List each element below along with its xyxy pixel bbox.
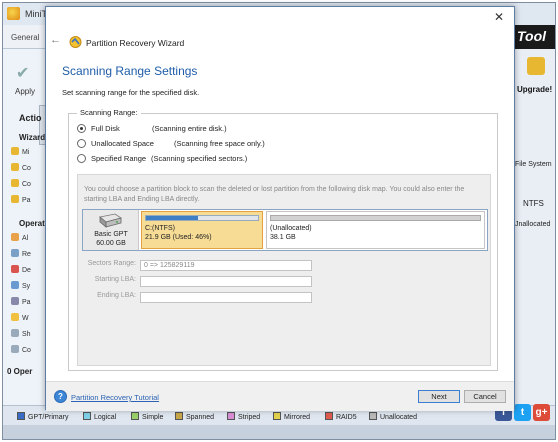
legend-item: Mirrored <box>273 412 310 421</box>
help-icon[interactable]: ? <box>54 390 67 403</box>
apply-check-icon: ✔ <box>16 65 30 82</box>
twitter-icon[interactable]: t <box>514 404 531 421</box>
legend-item: Logical <box>83 412 116 421</box>
sectors-range-label: Sectors Range: <box>87 260 136 267</box>
operation-item-icon <box>11 313 19 321</box>
wizard-item[interactable]: Co <box>11 179 31 188</box>
upgrade-link[interactable]: Upgrade! <box>517 85 552 94</box>
operation-item[interactable]: W <box>11 313 29 322</box>
operations-heading: Operat <box>19 219 45 228</box>
partition-detail: 21.9 GB (Used: 46%) <box>145 234 212 241</box>
disk-map: Basic GPT 60.00 GB C:(NTFS) 21.9 GB (Use… <box>82 209 488 251</box>
operation-item[interactable]: Pa <box>11 297 31 306</box>
operation-item-icon <box>11 297 19 305</box>
tab-general[interactable]: General <box>11 33 39 42</box>
dialog-footer: ? Partition Recovery Tutorial Next Cance… <box>46 381 514 411</box>
partition-name: (Unallocated) <box>270 225 312 232</box>
file-system-value: NTFS <box>523 199 544 208</box>
scanning-range-label: Scanning Range: <box>77 108 141 117</box>
wizard-item[interactable]: Mi <box>11 147 29 156</box>
tutorial-link[interactable]: Partition Recovery Tutorial <box>71 393 159 402</box>
partition-usage-bar <box>270 215 481 221</box>
legend-item: Simple <box>131 412 163 421</box>
operation-item[interactable]: Co <box>11 345 31 354</box>
close-icon[interactable]: ✕ <box>492 10 506 24</box>
partition-block-c[interactable]: C:(NTFS) 21.9 GB (Used: 46%) <box>141 211 263 249</box>
disk-name: Basic GPT <box>94 231 128 238</box>
radio-button[interactable] <box>77 124 86 133</box>
operation-item[interactable]: Sh <box>11 329 31 338</box>
operation-item-icon <box>11 281 19 289</box>
partition-detail: 38.1 GB <box>270 234 296 241</box>
recovery-wizard-icon <box>69 36 82 48</box>
sectors-range-field <box>140 260 312 271</box>
upgrade-cart-icon[interactable] <box>527 57 545 75</box>
starting-lba-label: Starting LBA: <box>94 276 136 283</box>
pending-operations-count: 0 Oper <box>7 367 33 376</box>
wizard-item-icon <box>11 195 19 203</box>
operation-item-icon <box>11 265 19 273</box>
partition-recovery-dialog: ✕ ← Partition Recovery Wizard Scanning R… <box>45 6 515 411</box>
ending-lba-input[interactable] <box>140 292 312 303</box>
specified-range-panel: You could choose a partition block to sc… <box>77 174 491 366</box>
radio-button[interactable] <box>77 154 86 163</box>
operation-item[interactable]: Re <box>11 249 31 258</box>
next-button[interactable]: Next <box>418 390 460 403</box>
operation-item-icon <box>11 329 19 337</box>
radio-description: (Scanning entire disk.) <box>152 124 227 133</box>
scanning-range-group: Scanning Range: Full Disk (Scanning enti… <box>68 108 498 371</box>
partition-usage-bar <box>145 215 259 221</box>
wizard-item-icon <box>11 147 19 155</box>
background-right-panel: Upgrade! File System NTFS Jnallocated <box>513 49 555 409</box>
hard-disk-icon <box>99 213 122 228</box>
page-title: Scanning Range Settings <box>62 64 198 78</box>
radio-label[interactable]: Full Disk <box>91 124 120 133</box>
operation-item-icon <box>11 249 19 257</box>
action-heading: Actio <box>19 113 42 123</box>
operation-item-icon <box>11 345 19 353</box>
disk-size: 60.00 GB <box>96 240 126 247</box>
app-logo-icon <box>7 7 20 20</box>
disk-info[interactable]: Basic GPT 60.00 GB <box>83 210 139 250</box>
file-system-column-header[interactable]: File System <box>515 161 552 168</box>
back-arrow-icon[interactable]: ← <box>50 34 61 46</box>
cancel-button[interactable]: Cancel <box>464 390 506 403</box>
disk-map-hint: You could choose a partition block to sc… <box>84 186 465 203</box>
radio-button[interactable] <box>77 139 86 148</box>
ending-lba-label: Ending LBA: <box>97 292 136 299</box>
wizard-item-icon <box>11 179 19 187</box>
legend-item: Spanned <box>175 412 214 421</box>
radio-description: (Scanning specified sectors.) <box>151 154 248 163</box>
legend-item: Unallocated <box>369 412 417 421</box>
partition-block-unallocated[interactable]: (Unallocated) 38.1 GB <box>266 211 485 249</box>
radio-label[interactable]: Specified Range <box>91 154 146 163</box>
background-left-panel: ✔ Apply Actio Wizard Mi Co Co Pa Operat … <box>3 49 47 409</box>
partition-name: C:(NTFS) <box>145 225 175 232</box>
background-app-title: MiniT <box>25 9 47 19</box>
wizard-heading: Wizard <box>19 133 46 142</box>
wizard-title: Partition Recovery Wizard <box>86 38 185 48</box>
starting-lba-input[interactable] <box>140 276 312 287</box>
operation-item[interactable]: Sy <box>11 281 30 290</box>
unallocated-value: Jnallocated <box>515 221 551 228</box>
partition-usage-fill <box>146 216 198 220</box>
operation-item-icon <box>11 233 19 241</box>
google-plus-icon[interactable]: g+ <box>533 404 550 421</box>
legend-item: GPT/Primary <box>17 412 68 421</box>
radio-label[interactable]: Unallocated Space <box>91 139 154 148</box>
operation-item[interactable]: De <box>11 265 31 274</box>
radio-description: (Scanning free space only.) <box>174 139 265 148</box>
wizard-item[interactable]: Co <box>11 163 31 172</box>
legend-item: RAID5 <box>325 412 357 421</box>
legend-item: Striped <box>227 412 260 421</box>
background-statusbar <box>3 425 555 439</box>
wizard-item-icon <box>11 163 19 171</box>
operation-item[interactable]: Al <box>11 233 28 242</box>
apply-button[interactable]: Apply <box>15 87 35 96</box>
wizard-item[interactable]: Pa <box>11 195 31 204</box>
page-subtitle: Set scanning range for the specified dis… <box>62 88 200 97</box>
